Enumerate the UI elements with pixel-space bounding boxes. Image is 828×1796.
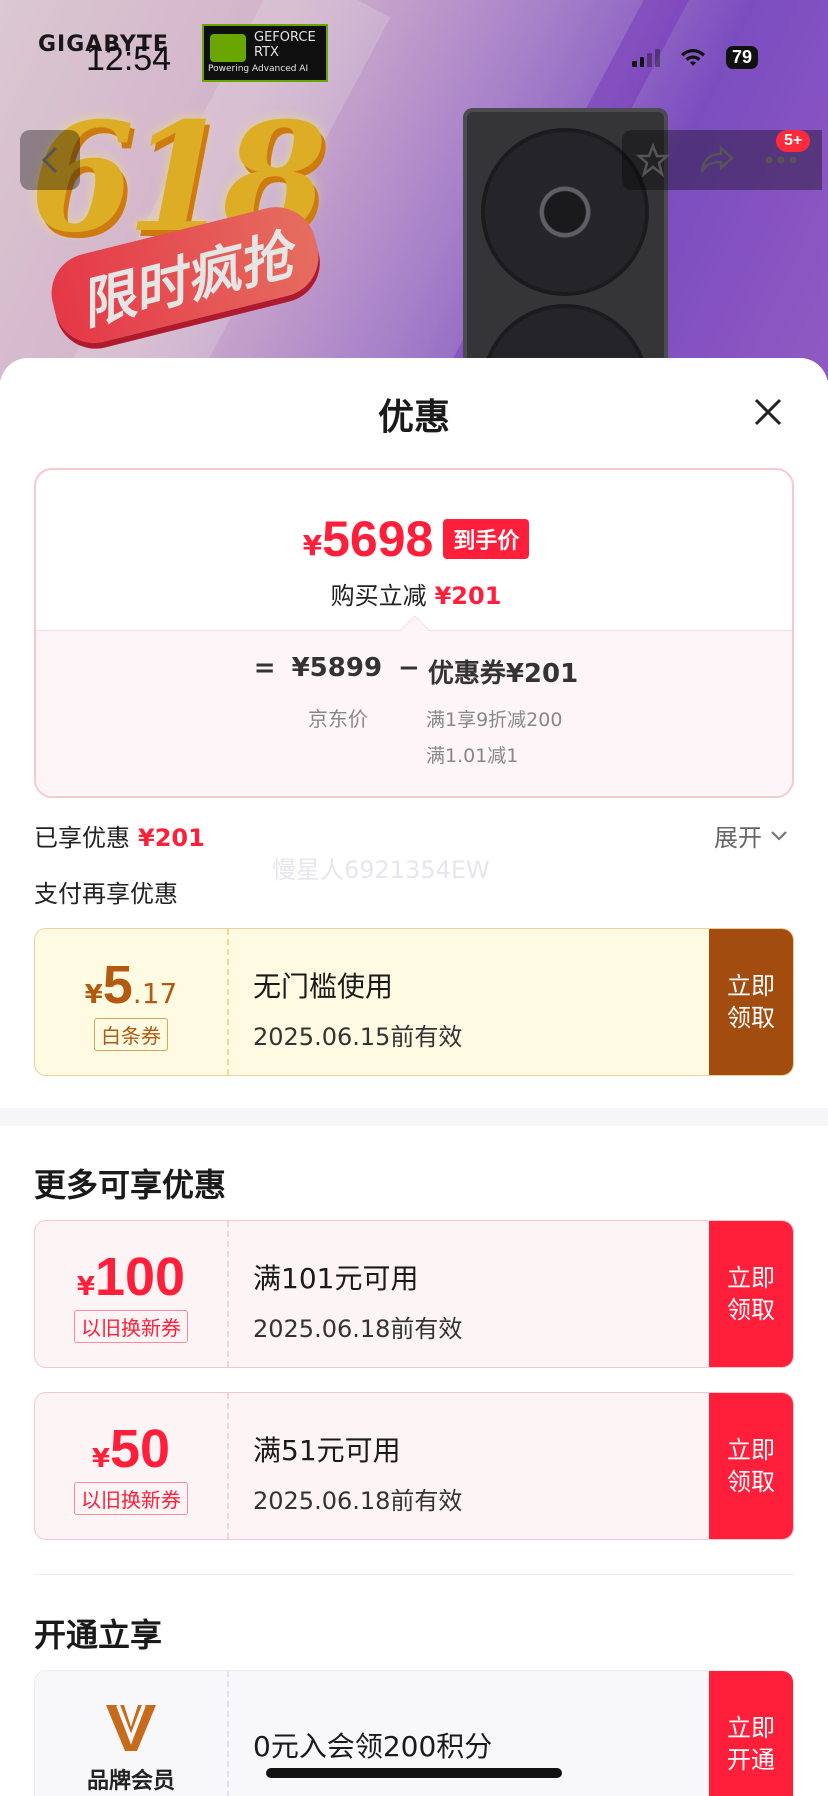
section-gap [0, 1108, 828, 1126]
formula-equals: = [253, 653, 276, 683]
price-formula-section: = ¥5899 − 优惠券¥201 京东价 满1享9折减200 满1.01减1 [36, 630, 792, 796]
coupon-amount-decimal: .17 [132, 976, 178, 1010]
star-icon[interactable] [636, 143, 671, 177]
membership-label: 品牌会员 [86, 1769, 175, 1794]
user-watermark: 慢星人6921354EW [272, 856, 490, 884]
jd-price: ¥5899 [291, 653, 383, 683]
coupon-validity: 2025.06.18前有效 [253, 1315, 463, 1343]
formula-minus: − [398, 653, 420, 683]
enjoyed-discount: 已享优惠 ¥201 [34, 818, 205, 853]
price-formula: = ¥5899 − 优惠券¥201 [36, 653, 792, 690]
chevron-left-icon [41, 146, 58, 174]
claim-coupon-button[interactable]: 立即领取 [709, 1221, 793, 1367]
coupon-validity: 2025.06.18前有效 [253, 1487, 463, 1515]
join-membership-button[interactable]: 立即开通 [709, 1671, 793, 1796]
coupon-deduction: 优惠券¥201 [427, 659, 579, 689]
coupon-title: 无门槛使用 [253, 970, 394, 1003]
brand-v-logo-icon [106, 1704, 156, 1751]
expand-label: 展开 [714, 824, 762, 852]
instant-discount-amount: ¥201 [434, 582, 502, 610]
claim-coupon-button[interactable]: 立即领取 [709, 929, 793, 1075]
close-icon [754, 398, 782, 426]
coupon-title: 满101元可用 [253, 1262, 419, 1295]
coupon-amount: 50 [110, 1418, 171, 1479]
instant-discount: 购买立减 ¥201 [36, 576, 792, 611]
coupon-value: ¥100 以旧换新券 [35, 1221, 227, 1367]
close-button[interactable] [746, 390, 790, 434]
coupon-info: 无门槛使用 2025.06.15前有效 [229, 929, 709, 1075]
claim-coupon-button[interactable]: 立即领取 [709, 1393, 793, 1539]
enjoyed-label: 已享优惠 [34, 824, 130, 852]
membership-badge: 品牌会员 [35, 1671, 227, 1796]
wifi-icon [680, 48, 705, 66]
section-divider [34, 1574, 794, 1575]
coupon-value: ¥5.17 白条券 [35, 929, 227, 1075]
coupon-info: 满51元可用 2025.06.18前有效 [229, 1393, 709, 1539]
coupon-validity: 2025.06.15前有效 [253, 1023, 463, 1051]
expand-toggle[interactable]: 展开 [714, 818, 788, 853]
coupon-rule-2: 满1.01减1 [426, 745, 519, 767]
final-price: 5698 [322, 511, 434, 567]
share-icon[interactable] [699, 145, 735, 175]
coupon-info: 满101元可用 2025.06.18前有效 [229, 1221, 709, 1367]
coupon-amount: 100 [94, 1246, 186, 1307]
trade-in-coupon: ¥100 以旧换新券 满101元可用 2025.06.18前有效 立即领取 [34, 1220, 794, 1368]
enjoyed-amount: ¥201 [138, 824, 205, 852]
pay-more-label: 支付再享优惠 [34, 880, 178, 908]
sheet-title: 优惠 [377, 397, 450, 438]
trade-in-coupon: ¥50 以旧换新券 满51元可用 2025.06.18前有效 立即领取 [34, 1392, 794, 1540]
jd-price-label: 京东价 [308, 707, 368, 731]
more-icon[interactable] [764, 155, 798, 165]
coupon-type: 白条券 [94, 1017, 168, 1051]
chevron-down-icon [771, 830, 787, 841]
coupon-currency: ¥ [76, 1271, 95, 1302]
price-summary: ¥5698 到手价 购买立减 ¥201 [36, 470, 792, 630]
coupon-currency: ¥ [84, 979, 103, 1010]
price-breakdown-card: ¥5698 到手价 购买立减 ¥201 = ¥5899 − 优惠券¥201 京东价… [34, 468, 794, 798]
more-offers-title: 更多可享优惠 [34, 1166, 227, 1204]
back-button[interactable] [20, 130, 80, 190]
final-price-tag: 到手价 [443, 519, 530, 559]
coupon-currency: ¥ [91, 1443, 110, 1474]
offers-sheet: 优惠 ¥5698 到手价 购买立减 ¥201 = ¥5899 − 优惠券¥201 … [0, 358, 828, 1796]
status-time: 12:54 [86, 40, 172, 78]
coupon-amount: 5 [102, 954, 133, 1015]
cellular-signal-icon [631, 48, 660, 67]
coupon-type: 以旧换新券 [74, 1309, 188, 1343]
coupon-type: 以旧换新券 [74, 1481, 188, 1515]
currency-symbol: ¥ [302, 528, 323, 562]
coupon-value: ¥50 以旧换新券 [35, 1393, 227, 1539]
home-indicator [266, 1768, 562, 1778]
status-icons: 79 [631, 46, 758, 69]
coupon-title: 满51元可用 [253, 1434, 401, 1467]
battery-indicator: 79 [725, 46, 758, 69]
instant-discount-label: 购买立减 [330, 582, 427, 610]
cart-count-badge: 5+ [776, 130, 811, 152]
membership-title: 开通立享 [34, 1616, 163, 1654]
baitiao-coupon: ¥5.17 白条券 无门槛使用 2025.06.15前有效 立即领取 [34, 928, 794, 1076]
coupon-rule-1: 满1享9折减200 [426, 709, 563, 731]
